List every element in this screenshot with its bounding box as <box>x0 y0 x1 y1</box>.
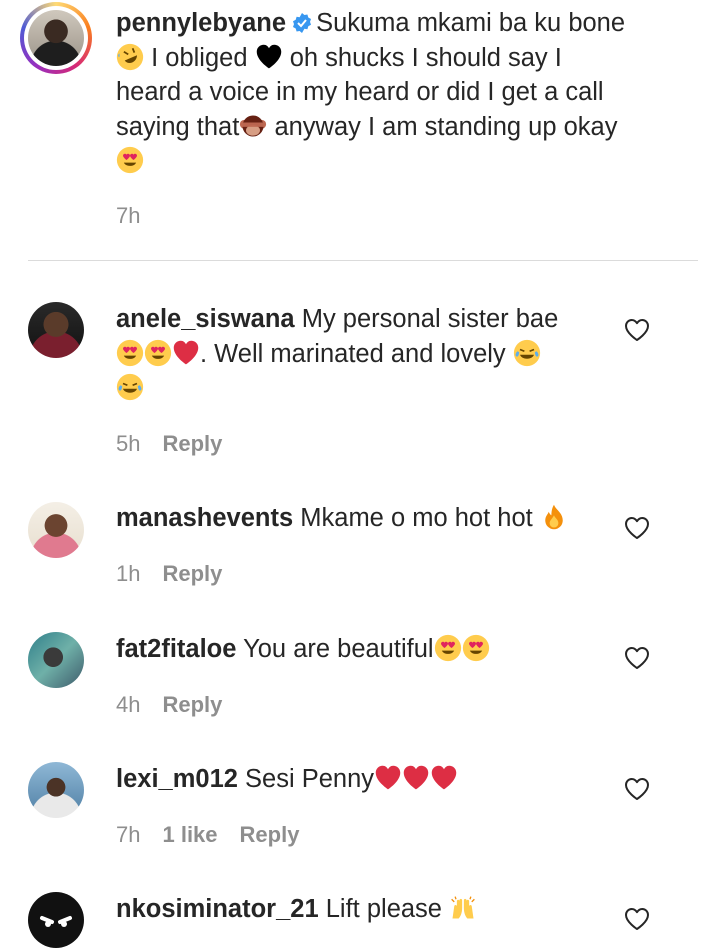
heart-eyes-emoji-icon <box>434 634 462 662</box>
comment-text: lexi_m012 Sesi Penny <box>116 762 636 797</box>
comment-meta: 7h 1 like Reply <box>116 822 299 848</box>
heart-eyes-emoji-icon <box>116 146 144 174</box>
caption-line-4b: anyway I am standing up okay <box>274 112 618 141</box>
like-heart-icon[interactable] <box>624 318 650 342</box>
caption-line-1: Sukuma mkami ba ku bone <box>316 9 626 37</box>
comment-timestamp: 1h <box>116 561 141 586</box>
comment-text: anele_siswana My personal sister bae . W… <box>116 302 636 406</box>
red-heart-emoji-icon <box>374 764 402 792</box>
angry-face-icon <box>40 916 72 927</box>
comment-text: manashevents Mkame o mo hot hot <box>116 501 636 536</box>
comment-body-line-2: . Well marinated and lovely <box>200 339 506 368</box>
reply-button[interactable]: Reply <box>162 431 222 456</box>
comment-body-line-1: My personal sister bae <box>301 305 559 333</box>
heart-eyes-emoji-icon <box>116 339 144 367</box>
red-heart-emoji-icon <box>402 764 430 792</box>
heart-eyes-emoji-icon <box>462 634 490 662</box>
comment-username[interactable]: lexi_m012 <box>116 765 238 793</box>
heart-eyes-emoji-icon <box>144 339 172 367</box>
comment-body-line-1: Mkame o mo hot hot <box>300 504 533 532</box>
red-heart-emoji-icon <box>430 764 458 792</box>
divider <box>28 260 698 261</box>
comment-body-line-1: You are beautiful <box>243 635 434 663</box>
post-caption: pennylebyane Sukuma mkami ba ku bone I ob… <box>0 0 720 262</box>
caption-line-4a: saying that <box>116 112 240 141</box>
see-no-evil-monkey-emoji-icon <box>239 112 267 140</box>
caption-text: pennylebyane Sukuma mkami ba ku bone I ob… <box>116 6 636 179</box>
caption-meta: 7h <box>116 203 140 229</box>
reply-button[interactable]: Reply <box>162 561 222 586</box>
comment-username[interactable]: manashevents <box>116 504 293 532</box>
caption-line-2b: oh shucks I should say I <box>289 43 562 72</box>
comment-meta: 1h Reply <box>116 561 222 587</box>
raised-hands-emoji-icon <box>449 894 477 922</box>
joy-emoji-icon <box>513 339 541 367</box>
caption-line-3: heard a voice in my heard or did I get a… <box>116 78 604 106</box>
comment-meta: 4h Reply <box>116 692 222 718</box>
avatar[interactable] <box>28 762 84 818</box>
avatar[interactable] <box>28 632 84 688</box>
caption-timestamp: 7h <box>116 203 141 228</box>
like-heart-icon[interactable] <box>624 646 650 670</box>
comment-body-line-1: Sesi Penny <box>245 765 375 793</box>
red-heart-emoji-icon <box>172 339 200 367</box>
comment-text: nkosiminator_21 Lift please <box>116 892 636 927</box>
avatar[interactable] <box>28 302 84 358</box>
caption-username[interactable]: pennylebyane <box>116 9 286 37</box>
avatar[interactable] <box>28 892 84 948</box>
comment-body-line-1: Lift please <box>325 895 442 923</box>
comment-meta: 5h Reply <box>116 431 222 457</box>
comment-username[interactable]: anele_siswana <box>116 305 295 333</box>
joy-emoji-icon <box>116 373 144 401</box>
like-heart-icon[interactable] <box>624 777 650 801</box>
likes-count[interactable]: 1 like <box>162 822 217 847</box>
avatar[interactable] <box>28 10 84 66</box>
like-heart-icon[interactable] <box>624 907 650 931</box>
caption-avatar-story-ring[interactable] <box>20 2 92 74</box>
rofl-emoji-icon <box>116 43 144 71</box>
reply-button[interactable]: Reply <box>240 822 300 847</box>
verified-badge-icon <box>293 13 312 33</box>
black-heart-emoji-icon <box>255 43 283 71</box>
comment-username[interactable]: fat2fitaloe <box>116 635 236 663</box>
like-heart-icon[interactable] <box>624 516 650 540</box>
comment-username[interactable]: nkosiminator_21 <box>116 895 319 923</box>
reply-button[interactable]: Reply <box>162 692 222 717</box>
caption-line-2a: I obliged <box>151 43 248 72</box>
fire-emoji-icon <box>540 503 568 531</box>
comment-timestamp: 4h <box>116 692 141 717</box>
comment-timestamp: 5h <box>116 431 141 456</box>
comment-text: fat2fitaloe You are beautiful <box>116 632 636 667</box>
comment-timestamp: 7h <box>116 822 141 847</box>
avatar[interactable] <box>28 502 84 558</box>
